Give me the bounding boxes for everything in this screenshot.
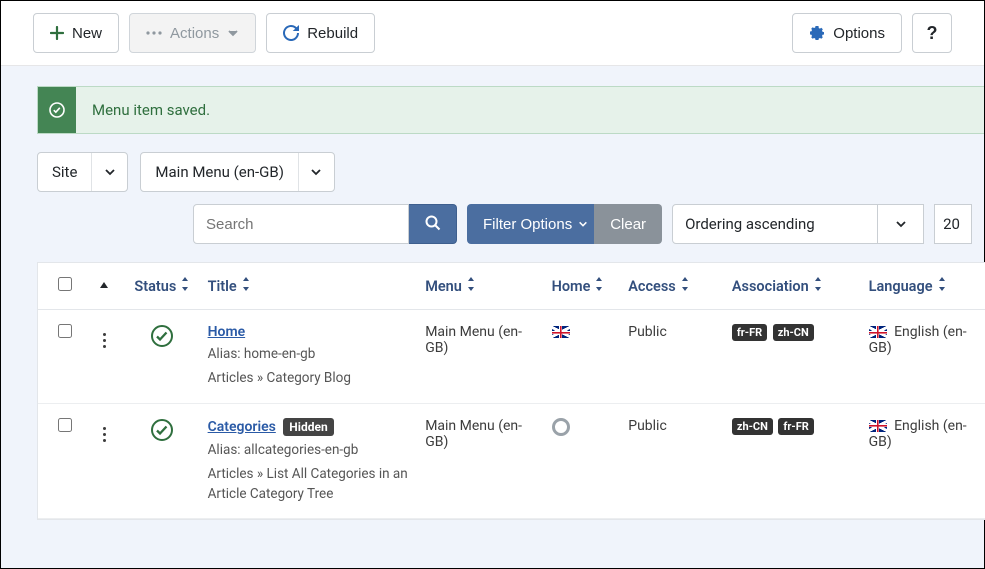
rebuild-label: Rebuild — [307, 25, 358, 42]
alert-text: Menu item saved. — [76, 87, 984, 133]
item-path: Articles » Category Blog — [208, 368, 410, 388]
new-label: New — [72, 25, 102, 42]
search-button[interactable] — [409, 204, 457, 244]
chevron-down-icon[interactable] — [878, 204, 924, 244]
item-access: Public — [620, 403, 724, 519]
options-label: Options — [833, 25, 885, 42]
item-title-link[interactable]: Home — [208, 324, 246, 340]
column-status[interactable]: Status — [134, 277, 190, 295]
sort-icon — [241, 277, 251, 295]
sort-up-icon — [99, 278, 109, 295]
flag-icon[interactable] — [552, 326, 570, 338]
sort-icon — [813, 277, 823, 295]
filter-options-button[interactable]: Filter Options — [467, 204, 604, 244]
options-button[interactable]: Options — [792, 13, 902, 53]
item-alias: Alias: allcategories-en-gb — [208, 440, 410, 460]
ordering-label: Ordering ascending — [685, 215, 815, 233]
item-path: Articles » List All Categories in an Art… — [208, 464, 410, 505]
menu-items-table: Status Title Menu Home Access Associatio… — [37, 262, 985, 520]
flag-icon — [869, 326, 887, 338]
chevron-down-icon — [578, 216, 588, 233]
new-button[interactable]: New — [33, 13, 119, 53]
client-select[interactable]: Site — [37, 152, 128, 192]
row-actions-button[interactable] — [99, 423, 110, 446]
column-ordering[interactable] — [84, 263, 125, 310]
item-access: Public — [620, 310, 724, 404]
refresh-icon — [283, 25, 299, 41]
actions-label: Actions — [170, 25, 219, 42]
client-label: Site — [38, 163, 91, 181]
toolbar: New Actions Rebuild Options ? — [1, 1, 984, 66]
limit-label: 20 — [943, 215, 960, 233]
help-button[interactable]: ? — [912, 13, 952, 53]
column-language[interactable]: Language — [869, 277, 947, 295]
select-all-checkbox[interactable] — [58, 277, 72, 291]
column-menu[interactable]: Menu — [425, 277, 476, 295]
sort-icon — [680, 277, 690, 295]
row-checkbox[interactable] — [58, 324, 72, 338]
home-toggle[interactable] — [552, 418, 570, 436]
row-actions-button[interactable] — [99, 329, 110, 352]
published-icon[interactable] — [150, 324, 174, 348]
clear-label: Clear — [610, 216, 646, 233]
association-badge[interactable]: fr-FR — [778, 418, 813, 435]
actions-button: Actions — [129, 13, 256, 53]
table-row: Categories Hidden Alias: allcategories-e… — [38, 403, 985, 519]
sort-icon — [594, 277, 604, 295]
sort-icon — [466, 277, 476, 295]
chevron-down-icon — [91, 153, 127, 191]
sort-icon — [180, 277, 190, 295]
plus-icon — [50, 26, 64, 40]
search-input[interactable] — [193, 204, 409, 244]
chevron-down-icon — [298, 153, 334, 191]
item-menu: Main Menu (en-GB) — [417, 403, 543, 519]
hidden-badge: Hidden — [283, 418, 333, 436]
association-badge[interactable]: fr-FR — [732, 324, 767, 341]
alert-success: Menu item saved. — [37, 86, 984, 134]
sort-icon — [937, 277, 947, 295]
filter-bar-1: Site Main Menu (en-GB) — [37, 152, 984, 192]
column-association[interactable]: Association — [732, 277, 823, 295]
menu-label: Main Menu (en-GB) — [141, 163, 298, 181]
item-alias: Alias: home-en-gb — [208, 344, 410, 364]
column-home[interactable]: Home — [552, 277, 605, 295]
column-title[interactable]: Title — [208, 277, 251, 295]
help-icon: ? — [927, 23, 938, 44]
check-circle-icon — [38, 87, 76, 133]
item-menu: Main Menu (en-GB) — [417, 310, 543, 404]
ellipsis-icon — [146, 31, 162, 35]
association-badge[interactable]: zh-CN — [732, 418, 773, 435]
limit-select[interactable]: 20 — [934, 204, 972, 244]
item-title-link[interactable]: Categories — [208, 419, 276, 435]
clear-button[interactable]: Clear — [594, 204, 662, 244]
published-icon[interactable] — [150, 418, 174, 442]
table-row: Home Alias: home-en-gb Articles » Catego… — [38, 310, 985, 404]
chevron-down-icon — [227, 27, 239, 39]
filter-bar-2: Filter Options Clear Ordering ascending — [37, 204, 984, 244]
flag-icon — [869, 420, 887, 432]
search-icon — [425, 215, 441, 234]
filter-options-label: Filter Options — [483, 216, 572, 233]
column-access[interactable]: Access — [628, 277, 690, 295]
ordering-select[interactable]: Ordering ascending — [672, 204, 878, 244]
menu-select[interactable]: Main Menu (en-GB) — [140, 152, 335, 192]
row-checkbox[interactable] — [58, 418, 72, 432]
gear-icon — [809, 25, 825, 41]
rebuild-button[interactable]: Rebuild — [266, 13, 375, 53]
association-badge[interactable]: zh-CN — [773, 324, 814, 341]
